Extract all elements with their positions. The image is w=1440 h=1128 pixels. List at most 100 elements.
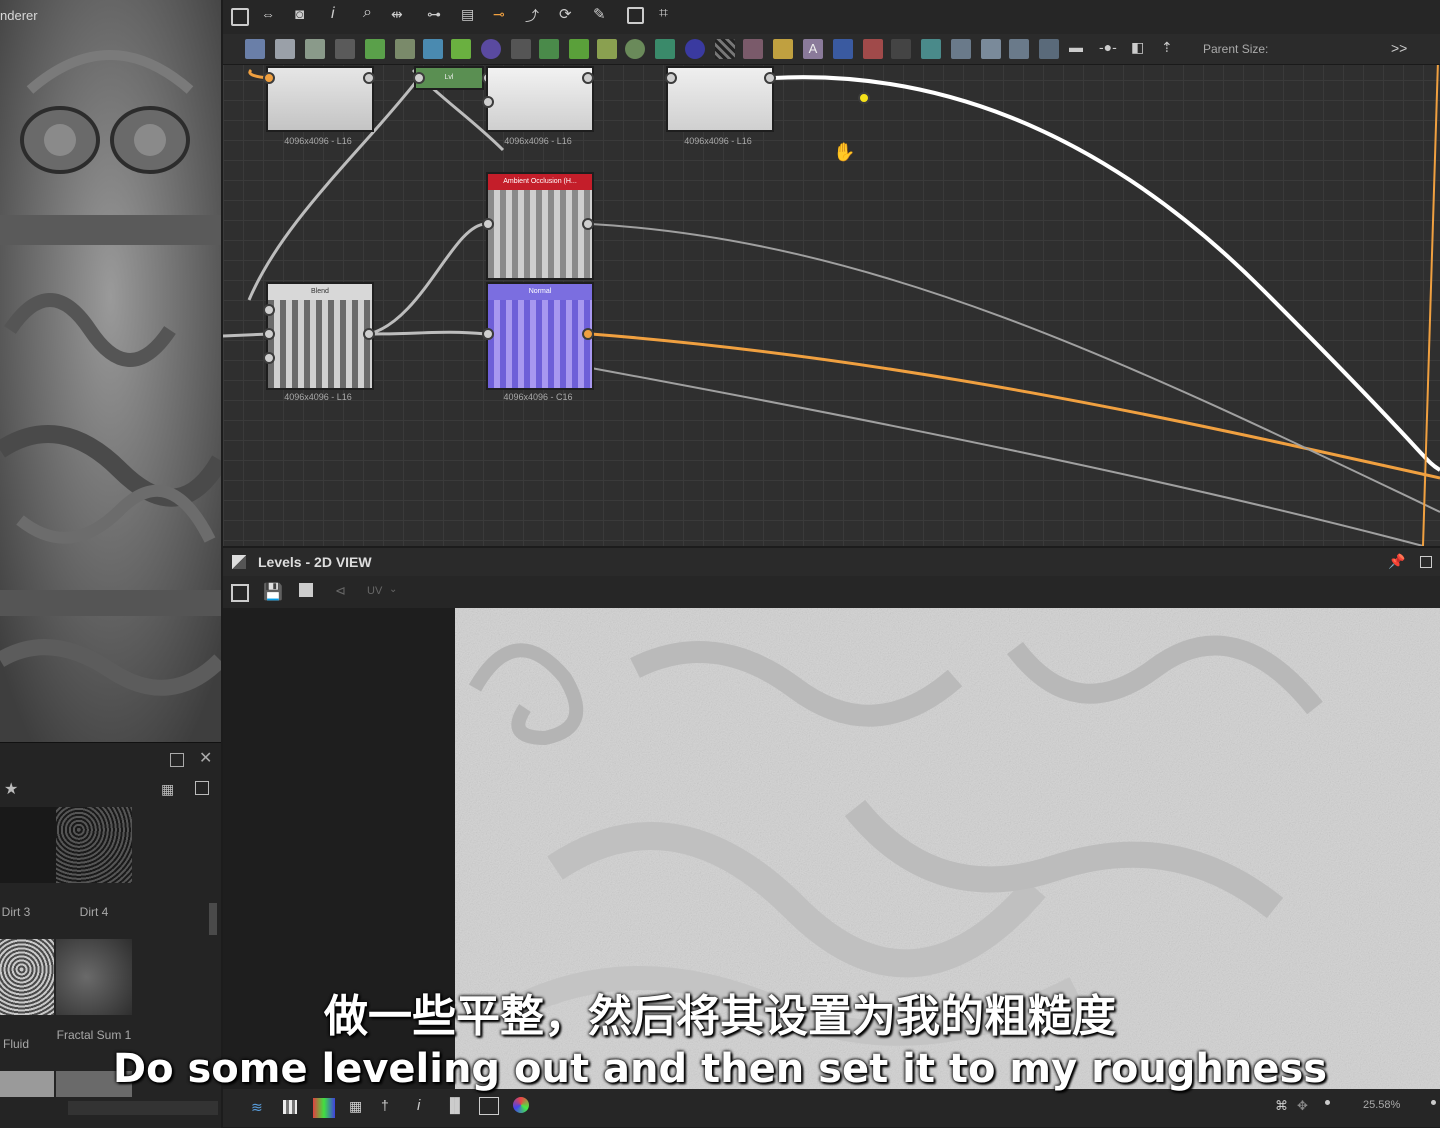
dot-node-icon[interactable]: -●-	[1099, 39, 1119, 59]
grid-view-icon[interactable]: ▦	[161, 781, 174, 798]
fill-node-icon[interactable]	[863, 39, 883, 59]
warp-node-icon[interactable]	[743, 39, 763, 59]
frame-node-icon[interactable]	[1039, 39, 1059, 59]
gradient-node-icon[interactable]	[451, 39, 471, 59]
node-input-port[interactable]	[413, 72, 425, 84]
grid-node-icon[interactable]	[511, 39, 531, 59]
maximize-icon[interactable]	[170, 753, 184, 767]
copy-icon[interactable]	[231, 584, 249, 602]
library-scrollbar[interactable]	[209, 903, 217, 935]
frame-icon[interactable]: ▤	[461, 6, 481, 26]
color-wheel-icon[interactable]	[513, 1097, 529, 1113]
type-icon[interactable]: †	[381, 1097, 389, 1113]
graph-node[interactable]	[266, 66, 374, 132]
info-icon[interactable]: i	[417, 1097, 420, 1114]
pin-icon[interactable]: 📌	[1388, 553, 1405, 570]
levels-node-icon[interactable]	[597, 39, 617, 59]
node-input-port[interactable]	[263, 304, 275, 316]
favorite-star-icon[interactable]: ★	[4, 779, 18, 799]
node-output-port[interactable]	[582, 218, 594, 230]
crop-icon[interactable]: ⌗	[659, 5, 679, 25]
toolbar-overflow-button[interactable]: >>	[1391, 40, 1407, 56]
frame-all-icon[interactable]	[231, 8, 249, 26]
camera-icon[interactable]: ◙	[295, 6, 315, 26]
node-output-port[interactable]	[764, 72, 776, 84]
info-icon[interactable]: i	[331, 5, 351, 25]
move-icon[interactable]: ✥	[1297, 1098, 1308, 1114]
transform-node-icon[interactable]	[423, 39, 443, 59]
histogram-icon[interactable]: ▐▌	[445, 1097, 465, 1113]
blend-node-icon[interactable]	[275, 39, 295, 59]
selection-node-icon[interactable]	[833, 39, 853, 59]
parent-size-label: Parent Size:	[1203, 42, 1269, 56]
channels-icon[interactable]	[313, 1098, 335, 1118]
node-input-port[interactable]	[263, 328, 275, 340]
library-scrollbar-horizontal[interactable]	[68, 1101, 218, 1115]
bitmap-node-icon[interactable]	[245, 39, 265, 59]
hsl-node-icon[interactable]	[481, 39, 501, 59]
tile-node-icon[interactable]	[921, 39, 941, 59]
uv-dropdown[interactable]: UV	[367, 585, 382, 597]
graph-node-normal[interactable]: Normal	[486, 282, 594, 390]
graph-node-blend[interactable]: Blend	[266, 282, 374, 390]
pin-icon[interactable]: ⤴	[525, 6, 545, 26]
align-icon[interactable]: ⇹	[391, 6, 411, 26]
link-icon[interactable]: ⊸	[493, 6, 513, 26]
3d-viewport[interactable]: nderer	[0, 0, 221, 742]
curve-node-icon[interactable]	[365, 39, 385, 59]
library-thumb-dirt4[interactable]	[56, 807, 132, 883]
graph-node[interactable]	[666, 66, 774, 132]
svg-node-icon[interactable]	[1009, 39, 1029, 59]
node-input-port[interactable]	[482, 218, 494, 230]
clipboard-icon[interactable]	[299, 583, 313, 597]
node-input-port[interactable]	[665, 72, 677, 84]
blur-node-icon[interactable]	[305, 39, 325, 59]
fit-icon[interactable]: ⇔	[261, 6, 281, 26]
comment-icon[interactable]: ▬	[1069, 39, 1089, 59]
graph-node-ambient-occlusion[interactable]: Ambient Occlusion (H...	[486, 172, 594, 280]
maximize-icon[interactable]	[1420, 556, 1432, 568]
pin-icon[interactable]: ⇡	[1161, 39, 1181, 59]
monitor-icon[interactable]	[479, 1097, 499, 1115]
chevron-down-icon[interactable]: ⌄	[389, 584, 397, 595]
node-input-port[interactable]	[482, 328, 494, 340]
checker-icon[interactable]	[283, 1100, 297, 1114]
graph-node[interactable]	[486, 66, 594, 132]
library-settings-icon[interactable]	[195, 781, 209, 795]
normal-node-icon[interactable]	[625, 39, 645, 59]
output-node-icon[interactable]	[569, 39, 589, 59]
value-node-icon[interactable]	[891, 39, 911, 59]
refresh-icon[interactable]: ⟳	[559, 5, 579, 25]
node-output-port[interactable]	[582, 328, 594, 340]
close-icon[interactable]: ✕	[199, 748, 212, 768]
graph-settings-icon[interactable]: ◧	[1131, 39, 1151, 59]
fit-view-icon[interactable]: ⌘	[1275, 1098, 1288, 1114]
node-output-port[interactable]	[582, 72, 594, 84]
layers-icon[interactable]: ≋	[251, 1099, 263, 1116]
pixel-node-icon[interactable]	[981, 39, 1001, 59]
node-input-port[interactable]	[263, 352, 275, 364]
fxmap-node-icon[interactable]	[951, 39, 971, 59]
noise-node-icon[interactable]	[715, 39, 735, 59]
histogram-node-icon[interactable]	[655, 39, 675, 59]
save-icon[interactable]: 💾	[263, 582, 283, 602]
node-output-port[interactable]	[363, 72, 375, 84]
wrench-icon[interactable]: ✎	[593, 5, 613, 25]
node-input-port[interactable]	[263, 72, 275, 84]
text-node-icon[interactable]: A	[803, 39, 823, 59]
selected-link-handle[interactable]	[858, 92, 870, 104]
input-node-icon[interactable]	[539, 39, 559, 59]
shuffle-node-icon[interactable]	[335, 39, 355, 59]
node-output-port[interactable]	[363, 328, 375, 340]
export-icon[interactable]	[627, 7, 644, 24]
color-node-icon[interactable]	[685, 39, 705, 59]
node-input-port[interactable]	[482, 96, 494, 108]
graph-canvas[interactable]: 4096x4096 - L16 Lvl 4096x4096 - L16 4096…	[223, 0, 1440, 546]
search-icon[interactable]: ⌕	[363, 4, 383, 24]
hierarchy-icon[interactable]: ⊶	[427, 6, 447, 26]
zoom-level[interactable]: 25.58%	[1363, 1099, 1400, 1111]
emboss-node-icon[interactable]	[395, 39, 415, 59]
share-icon[interactable]: ⊲	[335, 583, 346, 599]
tile-icon[interactable]: ▦	[349, 1098, 362, 1115]
mirror-node-icon[interactable]	[773, 39, 793, 59]
